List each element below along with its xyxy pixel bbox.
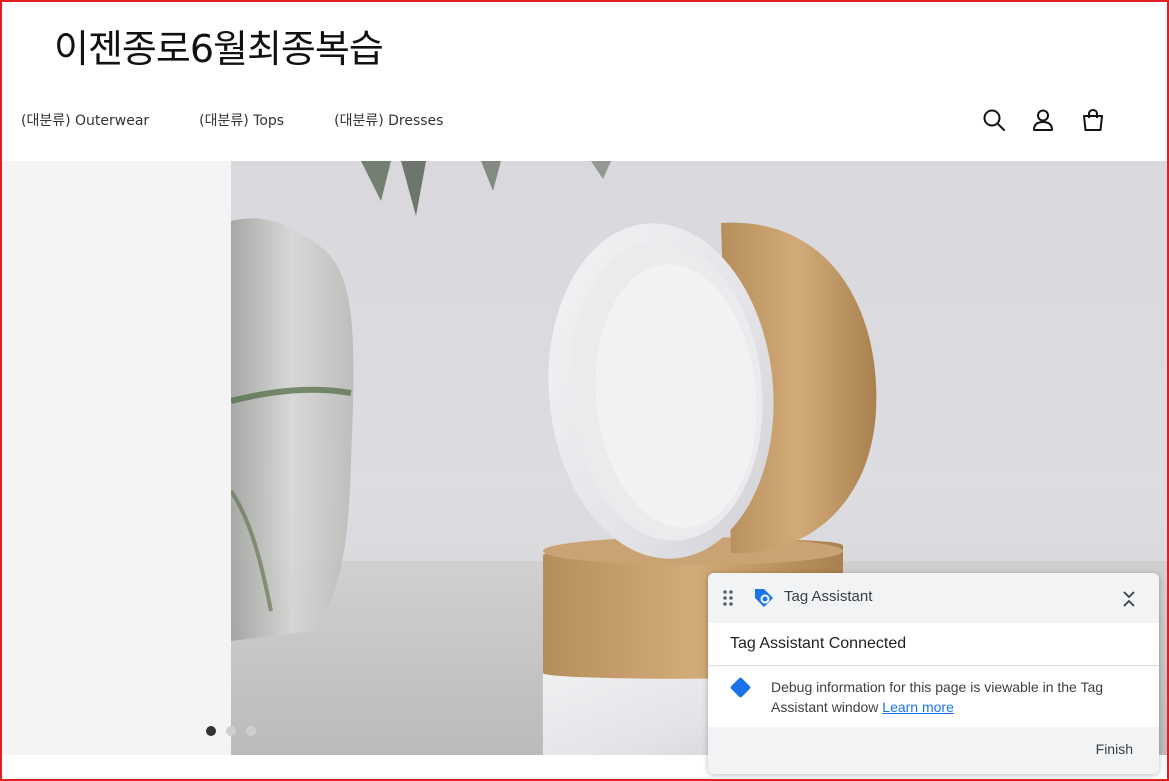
tag-assistant-logo-icon [755,589,773,607]
search-icon [983,109,1005,131]
tag-assistant-panel: Tag Assistant Tag Assistant Connected De… [708,573,1159,774]
divider [708,665,1159,666]
collapse-icon[interactable] [1119,588,1139,610]
slider-dot[interactable] [226,726,236,736]
slider-dots [206,726,256,736]
info-diamond-icon [729,676,752,699]
finish-button[interactable]: Finish [1096,741,1133,757]
tag-assistant-header: Tag Assistant [708,573,1159,623]
drag-handle-icon[interactable] [722,589,734,607]
nav-item-outerwear[interactable]: (대분류) Outerwear [21,110,149,130]
slider-dot[interactable] [246,726,256,736]
user-icon [1033,109,1053,131]
nav-item-tops[interactable]: (대분류) Tops [199,110,284,130]
debug-message: Debug information for this page is viewa… [771,677,1131,717]
tag-assistant-footer [708,727,1159,774]
connection-status: Tag Assistant Connected [730,635,907,652]
site-title[interactable]: 이젠종로6월최종복습 [54,18,384,73]
hero-side-panel [2,161,231,755]
cart-button[interactable] [1079,106,1107,134]
shopping-bag-icon [1083,108,1103,131]
account-button[interactable] [1029,106,1057,134]
nav-item-dresses[interactable]: (대분류) Dresses [334,110,443,130]
learn-more-link[interactable]: Learn more [882,699,954,715]
search-button[interactable] [980,106,1008,134]
main-nav: (대분류) Outerwear (대분류) Tops (대분류) Dresses [21,110,443,130]
tag-assistant-title: Tag Assistant [784,588,873,605]
slider-dot[interactable] [206,726,216,736]
header-icons [980,106,1107,134]
